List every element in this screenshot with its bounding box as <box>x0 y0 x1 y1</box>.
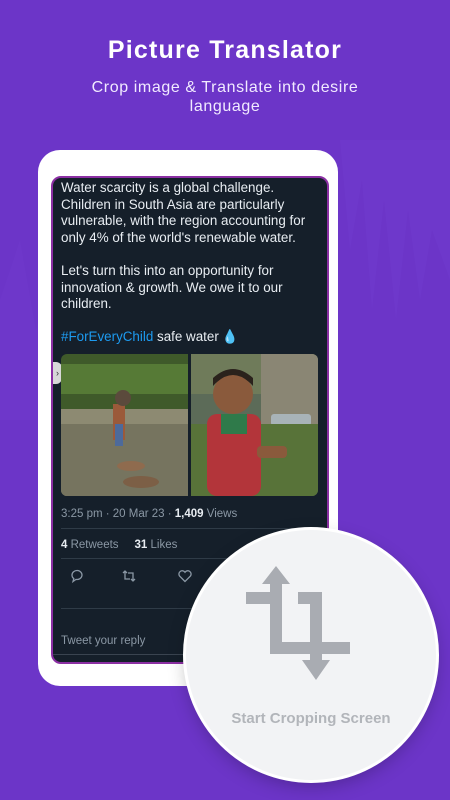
tweet-body: Water scarcity is a global challenge. Ch… <box>61 180 323 346</box>
water-drop-icon: 💧 <box>221 329 239 345</box>
heart-icon[interactable] <box>177 568 193 584</box>
hashtag-suffix: safe water <box>153 329 219 345</box>
hashtag-link[interactable]: #ForEveryChild <box>61 329 153 344</box>
crop-panel[interactable]: Start Cropping Screen <box>186 530 436 780</box>
views-label: Views <box>203 508 238 520</box>
tweet-image-2[interactable] <box>191 354 318 496</box>
tweet-stats: 4 Retweets 31 Likes <box>61 539 177 551</box>
tweet-image-1[interactable] <box>61 354 188 496</box>
tweet-paragraph-2: Let's turn this into an opportunity for … <box>61 262 283 312</box>
crop-icon[interactable] <box>242 564 360 682</box>
likes-label[interactable]: Likes <box>147 539 178 551</box>
retweets-label[interactable]: Retweets <box>67 539 119 551</box>
views-count: 1,409 <box>174 508 204 520</box>
tweet-meta: 3:25 pm · 20 Mar 23 · 1,409 Views <box>61 508 237 520</box>
start-cropping-label[interactable]: Start Cropping Screen <box>186 710 436 727</box>
retweet-icon[interactable] <box>121 568 137 584</box>
tweet-paragraph-1: Water scarcity is a global challenge. Ch… <box>61 180 306 245</box>
divider <box>61 528 319 529</box>
likes-count[interactable]: 31 <box>135 539 148 551</box>
tweet-hashtag-line: #ForEveryChild safe water 💧 <box>61 329 323 346</box>
tweet-timestamp: 3:25 pm · 20 Mar 23 · <box>61 508 175 520</box>
hero-subtitle: Crop image & Translate into desire langu… <box>91 79 359 115</box>
comment-icon[interactable] <box>69 568 85 584</box>
hero-title: Picture Translator <box>107 36 343 64</box>
